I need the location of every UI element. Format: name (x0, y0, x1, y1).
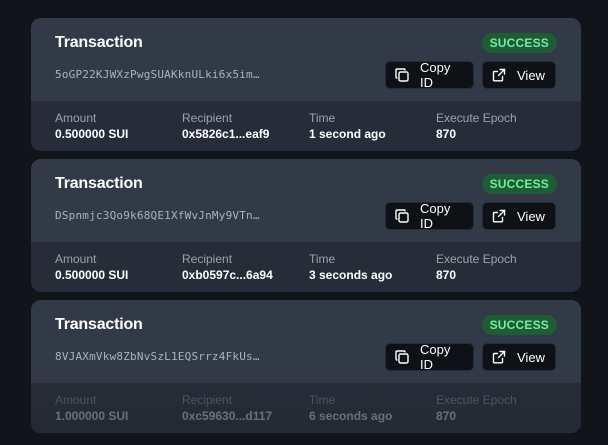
time-value: 1 second ago (309, 127, 386, 141)
status-badge: SUCCESS (481, 174, 557, 194)
transaction-hash: 5oGP22KJWXzPwgSUAKknULki6x5im… (55, 68, 260, 81)
epoch-value: 870 (436, 127, 457, 141)
amount-value: 0.500000 SUI (55, 268, 129, 282)
recipient-label: Recipient (182, 393, 233, 407)
transaction-title: Transaction (55, 34, 143, 51)
copy-id-label: Copy ID (420, 201, 451, 231)
transaction-title: Transaction (55, 316, 143, 333)
copy-id-label: Copy ID (420, 60, 451, 90)
transaction-list: Transaction SUCCESS 5oGP22KJWXzPwgSUAKkn… (31, 18, 581, 441)
epoch-field: Execute Epoch 870 (436, 111, 517, 142)
recipient-value: 0xc59630...d117 (182, 409, 273, 423)
time-field: Time 1 second ago (309, 111, 386, 142)
transaction-details: Amount 0.500000 SUI Recipient 0x5826c1..… (31, 101, 581, 151)
recipient-field: Recipient 0x5826c1...eaf9 (182, 111, 269, 142)
amount-label: Amount (55, 393, 97, 407)
epoch-field: Execute Epoch 870 (436, 252, 517, 283)
time-label: Time (309, 111, 336, 125)
transaction-hash: DSpnmjc3Qo9k68QE1XfWvJnMy9VTn… (55, 209, 260, 222)
view-button[interactable]: View (482, 202, 556, 230)
copy-id-label: Copy ID (420, 342, 451, 372)
recipient-field: Recipient 0xb0597c...6a94 (182, 252, 273, 283)
epoch-label: Execute Epoch (436, 252, 517, 266)
recipient-label: Recipient (182, 111, 233, 125)
time-value: 3 seconds ago (309, 268, 393, 282)
transaction-header: Transaction SUCCESS 5oGP22KJWXzPwgSUAKkn… (31, 18, 581, 101)
recipient-field: Recipient 0xc59630...d117 (182, 393, 272, 424)
epoch-label: Execute Epoch (436, 393, 517, 407)
transaction-details: Amount 0.500000 SUI Recipient 0xb0597c..… (31, 242, 581, 292)
recipient-value: 0xb0597c...6a94 (182, 268, 273, 282)
epoch-field: Execute Epoch 870 (436, 393, 517, 424)
view-label: View (517, 67, 545, 83)
amount-field: Amount 1.000000 SUI (55, 393, 128, 424)
amount-label: Amount (55, 111, 97, 125)
transaction-title: Transaction (55, 175, 143, 192)
copy-icon (395, 68, 409, 82)
external-link-icon (492, 209, 506, 223)
external-link-icon (492, 350, 506, 364)
transaction-header: Transaction SUCCESS 8VJAXmVkw8ZbNvSzL1EQ… (31, 300, 581, 383)
view-button[interactable]: View (482, 343, 556, 371)
transaction-hash: 8VJAXmVkw8ZbNvSzL1EQSrrz4FkUs… (55, 350, 260, 363)
time-value: 6 seconds ago (309, 409, 393, 423)
recipient-label: Recipient (182, 252, 233, 266)
copy-icon (395, 209, 409, 223)
epoch-value: 870 (436, 409, 457, 423)
amount-field: Amount 0.500000 SUI (55, 252, 128, 283)
copy-icon (395, 350, 409, 364)
recipient-value: 0x5826c1...eaf9 (182, 127, 270, 141)
time-field: Time 6 seconds ago (309, 393, 392, 424)
epoch-label: Execute Epoch (436, 111, 517, 125)
view-label: View (517, 349, 545, 365)
external-link-icon (492, 68, 506, 82)
amount-field: Amount 0.500000 SUI (55, 111, 128, 142)
transaction-card: Transaction SUCCESS 5oGP22KJWXzPwgSUAKkn… (31, 18, 581, 151)
view-button[interactable]: View (482, 61, 556, 89)
epoch-value: 870 (436, 268, 457, 282)
amount-label: Amount (55, 252, 97, 266)
copy-id-button[interactable]: Copy ID (385, 201, 474, 231)
copy-id-button[interactable]: Copy ID (385, 60, 474, 90)
transaction-card: Transaction SUCCESS DSpnmjc3Qo9k68QE1XfW… (31, 159, 581, 292)
copy-id-button[interactable]: Copy ID (385, 342, 474, 372)
time-label: Time (309, 393, 336, 407)
time-label: Time (309, 252, 336, 266)
status-badge: SUCCESS (481, 315, 557, 335)
amount-value: 1.000000 SUI (55, 409, 129, 423)
transaction-header: Transaction SUCCESS DSpnmjc3Qo9k68QE1XfW… (31, 159, 581, 242)
time-field: Time 3 seconds ago (309, 252, 392, 283)
status-badge: SUCCESS (481, 33, 557, 53)
view-label: View (517, 208, 545, 224)
transaction-details: Amount 1.000000 SUI Recipient 0xc59630..… (31, 383, 581, 433)
transaction-card: Transaction SUCCESS 8VJAXmVkw8ZbNvSzL1EQ… (31, 300, 581, 433)
amount-value: 0.500000 SUI (55, 127, 129, 141)
